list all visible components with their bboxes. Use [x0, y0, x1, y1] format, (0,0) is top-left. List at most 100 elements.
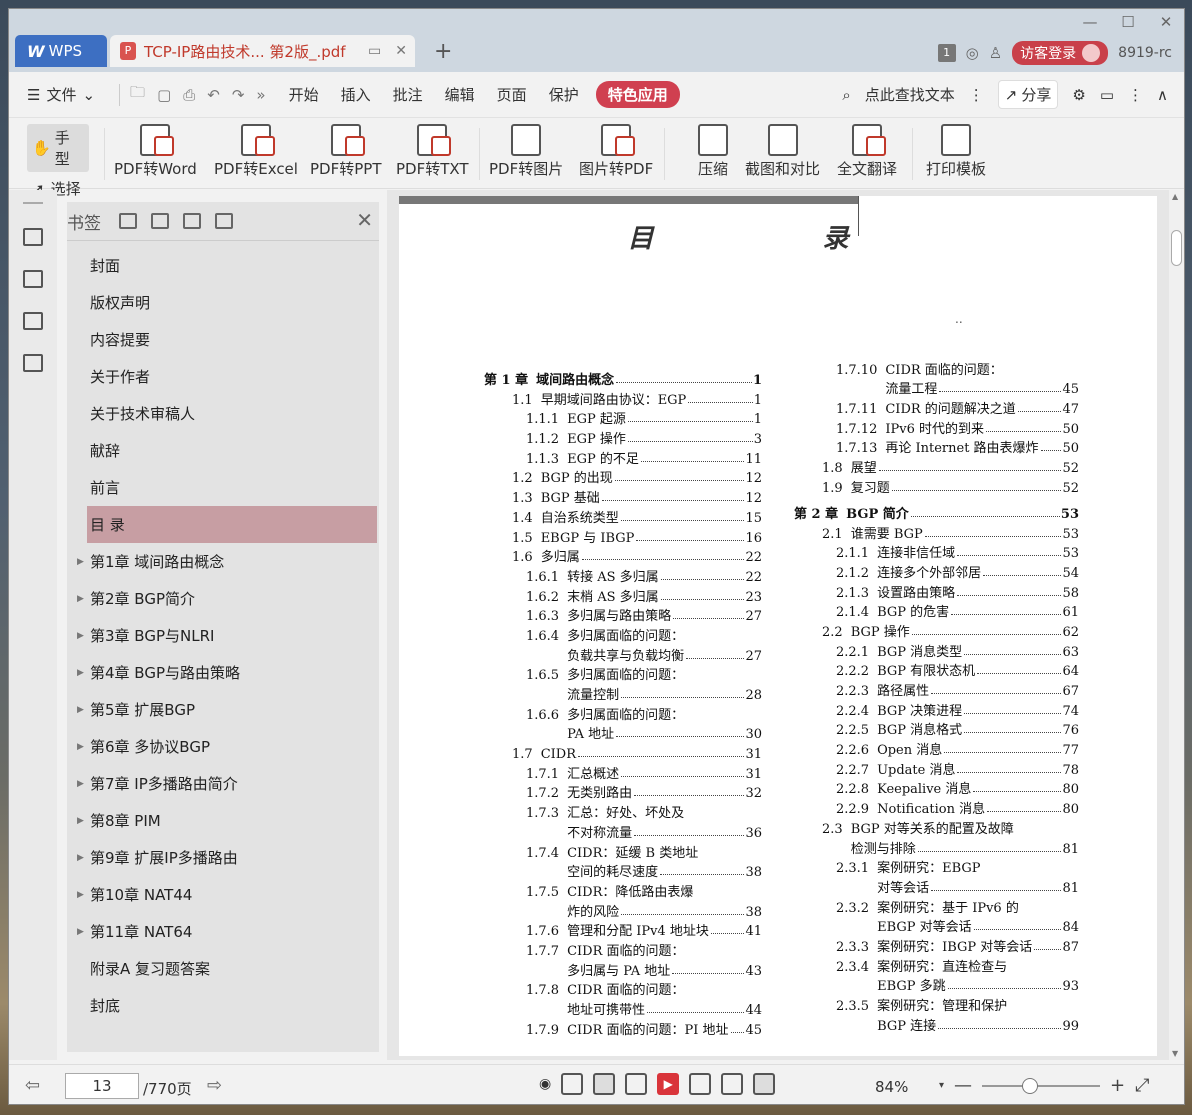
- toc-entry[interactable]: 1.6.6 多归属面临的问题：: [484, 703, 762, 723]
- maximize-icon[interactable]: ☐: [1120, 13, 1136, 31]
- toc-entry[interactable]: 2.2.3 路径属性 67: [794, 679, 1079, 699]
- toc-entry[interactable]: 1.7.8地址可携带性44: [484, 998, 762, 1018]
- prev-page-icon[interactable]: ⇦: [25, 1075, 40, 1096]
- bookmark-item[interactable]: 封底: [67, 987, 379, 1024]
- menu-insert[interactable]: 插入: [341, 84, 371, 105]
- menu-annotate[interactable]: 批注: [393, 84, 423, 105]
- compress-button[interactable]: 压缩: [698, 124, 728, 179]
- skin-icon[interactable]: ◎: [966, 44, 979, 62]
- toc-entry[interactable]: 1.9 复习题 52: [794, 476, 1079, 496]
- bookmark-item[interactable]: ▶ 第3章 BGP与NLRI: [67, 617, 379, 654]
- toc-entry[interactable]: 2.3.5BGP 连接99: [794, 1014, 1079, 1034]
- expand-arrow-icon[interactable]: ▶: [77, 668, 84, 678]
- collapse-all-icon[interactable]: [151, 213, 169, 229]
- bookmark-item[interactable]: 关于作者: [67, 358, 379, 395]
- menu-special-apps[interactable]: 特色应用: [595, 81, 680, 108]
- bookmark-item[interactable]: ▶ 第7章 IP多播路由简介: [67, 765, 379, 802]
- pdf-to-word-button[interactable]: PDF转Word: [114, 124, 197, 179]
- expand-arrow-icon[interactable]: ▶: [77, 779, 84, 789]
- screenshot-compare-button[interactable]: 截图和对比: [745, 124, 820, 179]
- zoom-out-icon[interactable]: —: [954, 1075, 972, 1096]
- minimize-icon[interactable]: —: [1082, 13, 1098, 31]
- print-template-button[interactable]: 打印模板: [926, 124, 986, 179]
- toc-entry[interactable]: 1.7.8 CIDR 面临的问题：: [484, 979, 762, 998]
- toc-entry[interactable]: 1.7.11 CIDR 的问题解决之道 47: [794, 397, 1079, 417]
- vertical-scrollbar[interactable]: ▲ ▼: [1169, 190, 1184, 1060]
- print-icon[interactable]: ⎙: [183, 86, 195, 104]
- toc-entry[interactable]: 1.7.9 CIDR 面临的问题：PI 地址 45: [484, 1018, 762, 1038]
- toc-entry[interactable]: 1.1.1 EGP 起源 1: [484, 408, 762, 427]
- toc-entry[interactable]: 1.6.4 多归属面临的问题：: [484, 624, 762, 644]
- more-icon[interactable]: »: [256, 86, 265, 104]
- toc-entry[interactable]: 1.6.5 多归属面临的问题：: [484, 664, 762, 683]
- toc-entry[interactable]: 2.3.1对等会话81: [794, 876, 1079, 896]
- thumbnail-icon[interactable]: [23, 270, 43, 288]
- expand-arrow-icon[interactable]: ▶: [77, 631, 84, 641]
- toc-entry[interactable]: 2.2.1 BGP 消息类型 63: [794, 640, 1079, 660]
- visitor-login-button[interactable]: 访客登录: [1012, 41, 1109, 65]
- kebab-icon[interactable]: ⋮: [1128, 86, 1143, 104]
- next-page-icon[interactable]: ⇨: [207, 1075, 222, 1096]
- toc-entry[interactable]: 2.3检测与排除81: [794, 837, 1079, 857]
- bookmark-item[interactable]: 关于技术审稿人: [67, 395, 379, 432]
- document-tab[interactable]: P TCP-IP路由技术... 第2版_.pdf ▭ ✕: [110, 35, 415, 67]
- bookmark-item[interactable]: ▶ 第10章 NAT44: [67, 876, 379, 913]
- toc-entry[interactable]: 2.1 谁需要 BGP 53: [794, 522, 1079, 542]
- toc-entry[interactable]: 1.7.12 IPv6 时代的到来 50: [794, 417, 1079, 437]
- more-vertical-icon[interactable]: ⋮: [969, 86, 984, 104]
- toc-entry[interactable]: 1.6.4负载共享与负载均衡27: [484, 644, 762, 664]
- toc-entry[interactable]: 1.1.3 EGP 的不足 11: [484, 447, 762, 467]
- bookmark-icon[interactable]: [215, 213, 233, 229]
- bookmark-item[interactable]: ▶ 第9章 扩展IP多播路由: [67, 839, 379, 876]
- two-page-icon[interactable]: [625, 1073, 648, 1095]
- toc-entry[interactable]: 2.3.2EBGP 对等会话84: [794, 916, 1079, 935]
- toc-entry[interactable]: 2.1.4 BGP 的危害 61: [794, 601, 1079, 620]
- eye-icon[interactable]: ◉: [539, 1076, 551, 1092]
- pdf-to-ppt-button[interactable]: PDF转PPT: [310, 124, 381, 179]
- bookmark-item[interactable]: ▶ 第6章 多协议BGP: [67, 728, 379, 765]
- file-menu[interactable]: ☰ 文件 ⌄: [27, 84, 95, 105]
- image-panel-icon[interactable]: [23, 354, 43, 372]
- toc-entry[interactable]: 第 2 章 BGP 简介 53: [794, 496, 1079, 522]
- toc-entry[interactable]: 1.6.1 转接 AS 多归属 22: [484, 565, 762, 585]
- toc-entry[interactable]: 1.7.2 无类别路由 32: [484, 782, 762, 801]
- bookmark-item[interactable]: ▶ 第11章 NAT64: [67, 913, 379, 950]
- bookmark-item[interactable]: ▶ 第1章 域间路由概念: [67, 543, 379, 580]
- toc-entry[interactable]: 1.6.3 多归属与路由策略 27: [484, 605, 762, 624]
- toc-entry[interactable]: 2.3.2 案例研究：基于 IPv6 的: [794, 896, 1079, 916]
- window-count-badge[interactable]: 1: [937, 44, 956, 62]
- full-translate-button[interactable]: 全文翻译: [837, 124, 897, 179]
- fit-width-icon[interactable]: [753, 1073, 776, 1095]
- menu-edit[interactable]: 编辑: [445, 84, 475, 105]
- menu-protect[interactable]: 保护: [549, 84, 579, 105]
- play-icon[interactable]: ▶: [657, 1073, 680, 1095]
- share-button[interactable]: ↗ 分享: [997, 80, 1059, 109]
- toc-entry[interactable]: 1.6.2 末梢 AS 多归属 23: [484, 585, 762, 605]
- expand-arrow-icon[interactable]: ▶: [77, 816, 84, 826]
- new-tab-icon[interactable]: +: [434, 39, 452, 64]
- toc-entry[interactable]: 2.1.2 连接多个外部邻居 54: [794, 561, 1079, 581]
- annotation-icon[interactable]: [23, 312, 43, 330]
- image-to-pdf-button[interactable]: 图片转PDF: [579, 124, 653, 179]
- hand-tool-button[interactable]: ✋ 手型: [27, 124, 89, 172]
- expand-arrow-icon[interactable]: ▶: [77, 557, 84, 567]
- open-folder-icon[interactable]: 🗀: [130, 82, 145, 107]
- toc-entry[interactable]: 1.7.4 CIDR：延缓 B 类地址: [484, 841, 762, 861]
- tab-monitor-icon[interactable]: ▭: [368, 43, 381, 59]
- toc-entry[interactable]: 2.3.1 案例研究：EBGP: [794, 857, 1079, 876]
- actual-size-icon[interactable]: [689, 1073, 712, 1095]
- shirt-icon[interactable]: ♙: [989, 44, 1002, 62]
- scroll-up-icon[interactable]: ▲: [1172, 192, 1178, 201]
- bookmark-item[interactable]: 版权声明: [67, 284, 379, 321]
- bookmark-item[interactable]: 目 录: [87, 506, 377, 543]
- bookmark-item[interactable]: 附录A 复习题答案: [67, 950, 379, 987]
- toc-entry[interactable]: 1.7.1 汇总概述 31: [484, 762, 762, 782]
- toc-entry[interactable]: 1.7 CIDR 31: [484, 742, 762, 762]
- toc-entry[interactable]: 2.3.4 案例研究：直连检查与: [794, 955, 1079, 975]
- save-icon[interactable]: ▢: [157, 86, 171, 104]
- toc-entry[interactable]: 1.7.5炸的风险38: [484, 900, 762, 920]
- toc-entry[interactable]: 2.1.1 连接非信任域 53: [794, 542, 1079, 561]
- bookmark-item[interactable]: ▶ 第4章 BGP与路由策略: [67, 654, 379, 691]
- toc-entry[interactable]: 1.7.10 CIDR 面临的问题：: [794, 358, 1079, 378]
- toc-entry[interactable]: 1.7.3 汇总：好处、坏处及: [484, 801, 762, 821]
